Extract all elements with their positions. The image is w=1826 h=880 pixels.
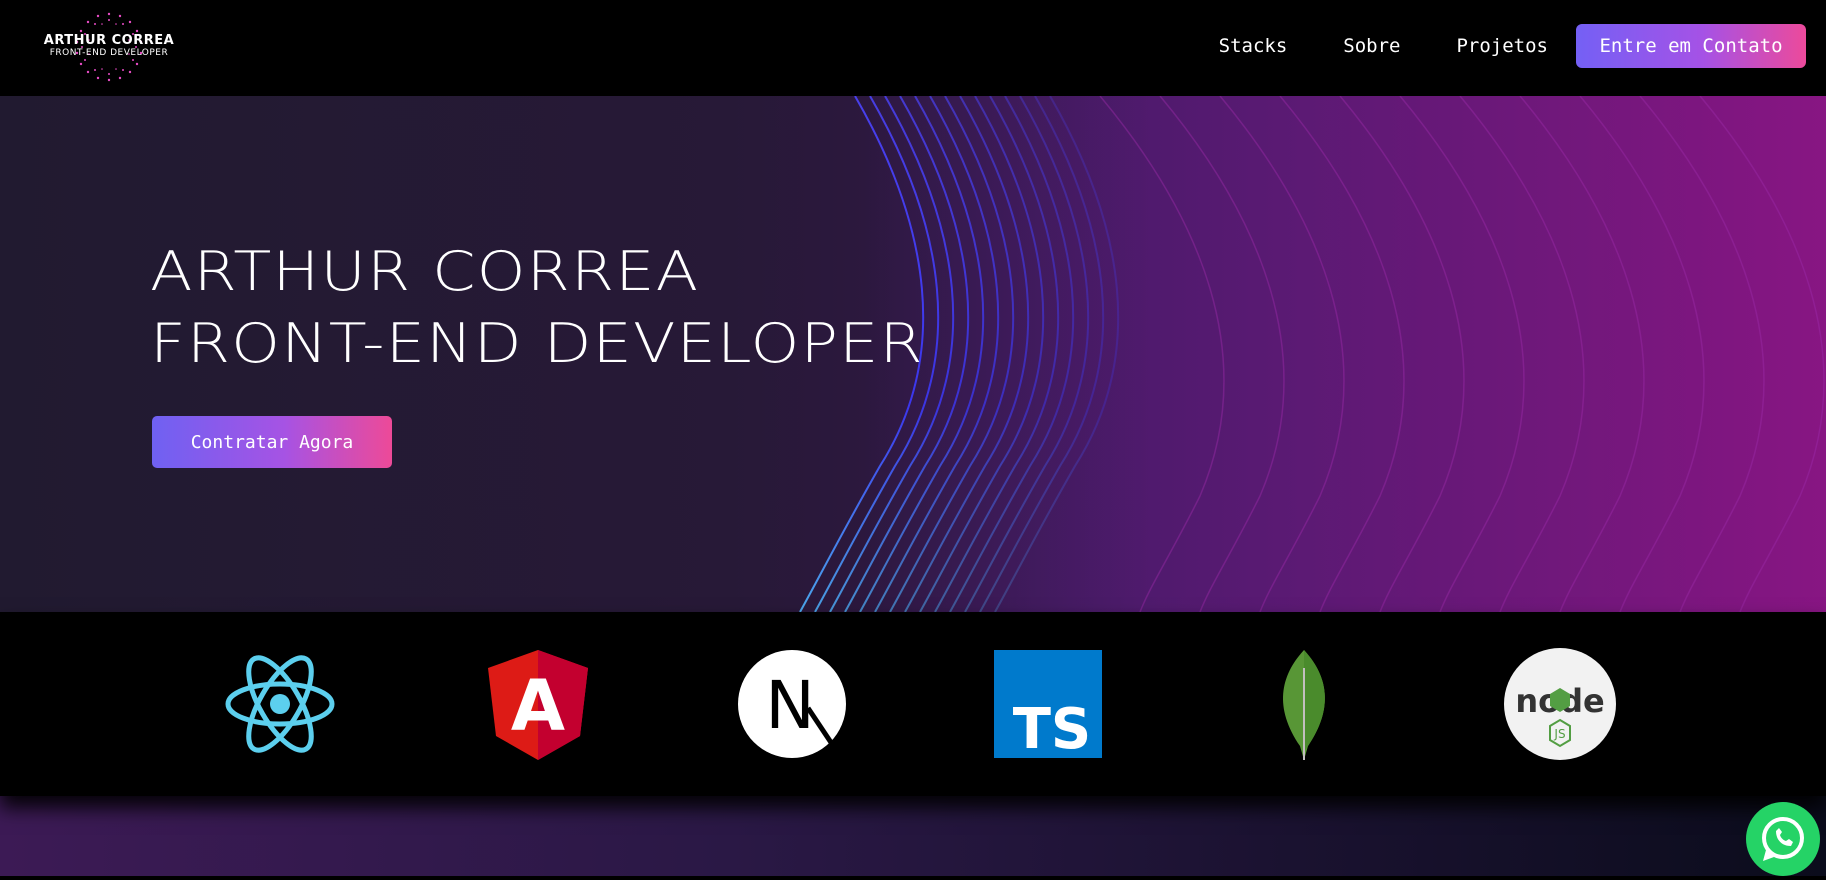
mongodb-icon — [1283, 650, 1325, 760]
next-section-background — [0, 796, 1826, 876]
hero-title-line2: FRONT-END DEVELOPER — [150, 312, 924, 375]
hero-title-line1: ARTHUR CORREA — [150, 240, 700, 303]
react-icon — [225, 655, 335, 753]
hire-now-button[interactable]: Contratar Agora — [152, 416, 392, 468]
logo-text: ARTHUR CORREA FRONT-END DEVELOPER — [34, 33, 184, 59]
brand-logo[interactable]: ARTHUR CORREA FRONT-END DEVELOPER — [34, 12, 184, 82]
hero-section: ARTHUR CORREA FRONT-END DEVELOPER Contra… — [0, 96, 1826, 612]
angular-icon: A — [488, 650, 588, 760]
typescript-letters: TS — [1013, 697, 1092, 760]
angular-letter: A — [511, 665, 565, 747]
whatsapp-button[interactable] — [1746, 802, 1820, 876]
logo-name: ARTHUR CORREA — [43, 33, 175, 48]
typescript-icon: TS — [994, 650, 1102, 760]
nodejs-icon: node JS — [1504, 648, 1616, 760]
nav-links: Stacks Sobre Projetos Entre em Contato — [1191, 24, 1806, 68]
node-js-badge: JS — [1553, 727, 1565, 741]
whatsapp-icon — [1762, 817, 1804, 861]
nav-link-sobre[interactable]: Sobre — [1343, 35, 1400, 57]
nextjs-letter: N — [765, 667, 814, 744]
nav-link-projetos[interactable]: Projetos — [1456, 35, 1548, 57]
hero-title: ARTHUR CORREA FRONT-END DEVELOPER — [150, 236, 924, 380]
top-navbar: ARTHUR CORREA FRONT-END DEVELOPER Stacks… — [0, 0, 1826, 96]
logo-role: FRONT-END DEVELOPER — [49, 48, 169, 58]
stacks-strip: A N TS node JS — [0, 612, 1826, 796]
nextjs-icon: N — [738, 650, 846, 758]
nav-link-stacks[interactable]: Stacks — [1219, 35, 1288, 57]
contact-button[interactable]: Entre em Contato — [1576, 24, 1806, 68]
